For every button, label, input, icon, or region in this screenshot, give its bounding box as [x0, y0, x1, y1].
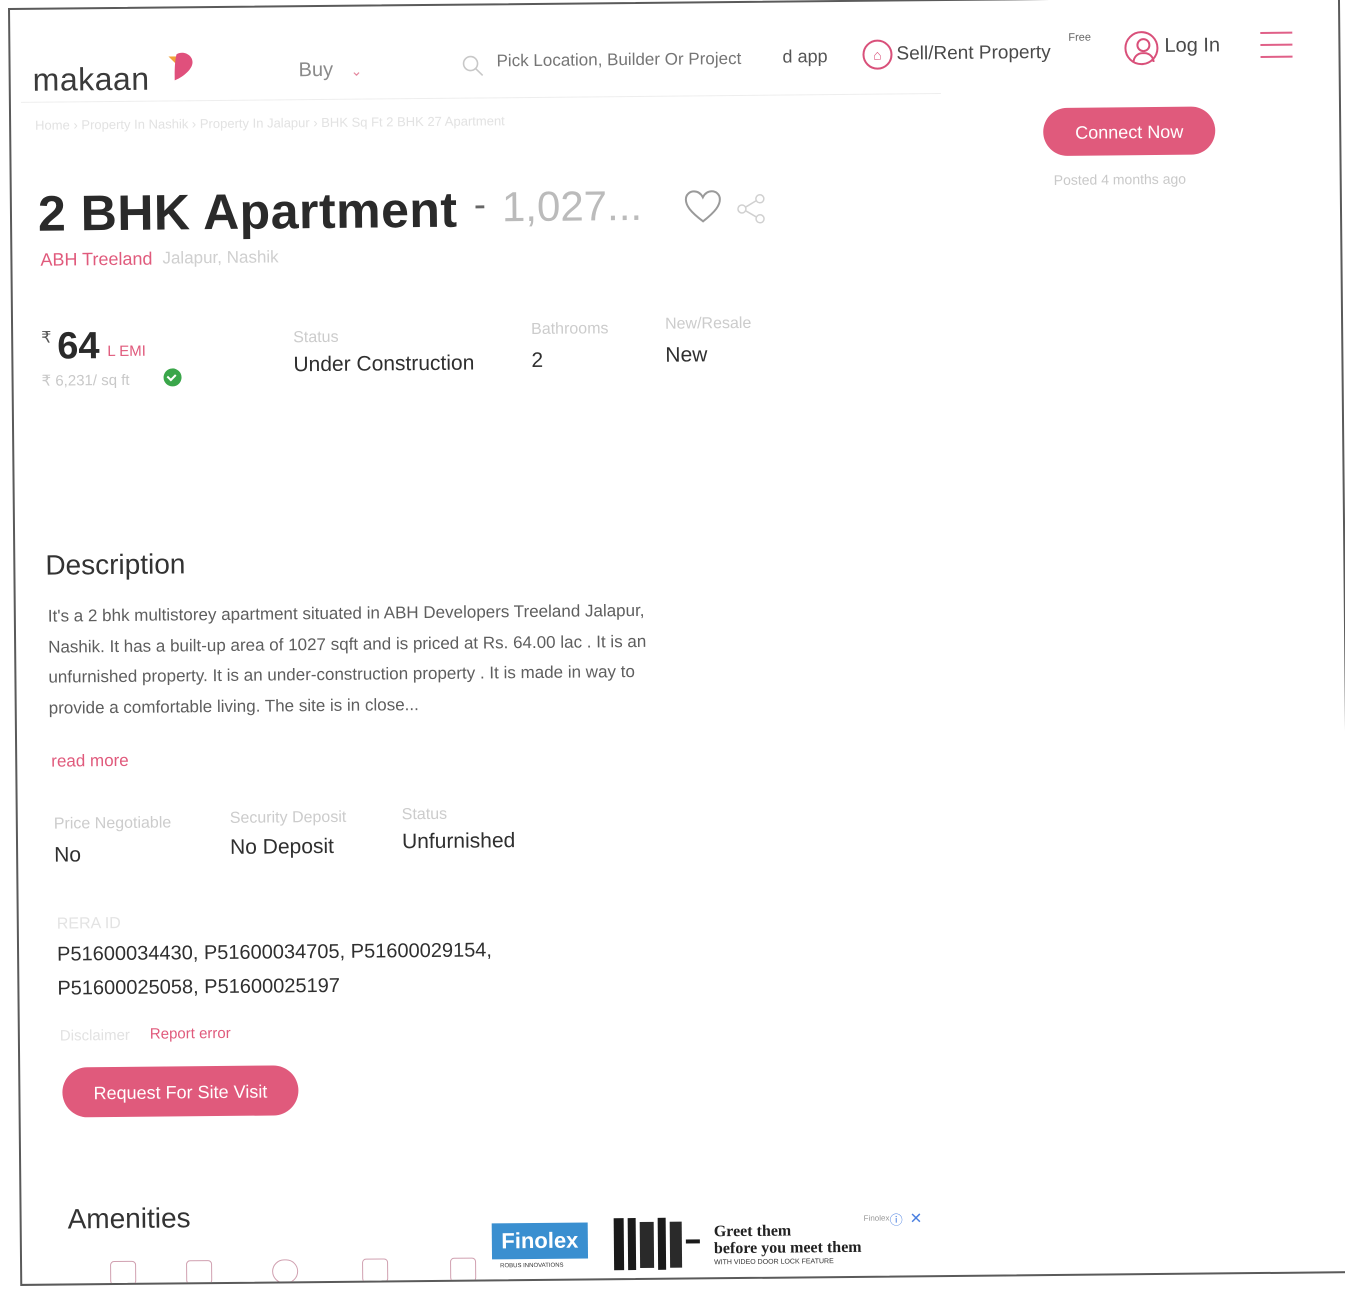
posted-time: Posted 4 months ago [1053, 170, 1187, 188]
amenities-heading: Amenities [67, 1202, 191, 1235]
stat-value: 2 [531, 348, 544, 372]
amenity-icon [450, 1257, 477, 1282]
close-icon[interactable]: ✕ [910, 1209, 923, 1227]
title-area: 1,027... [501, 181, 643, 231]
ad-brand-logo[interactable]: Finolex [491, 1222, 589, 1260]
amenity-icon [186, 1260, 213, 1285]
detail-label: Price Negotiable [53, 814, 172, 833]
stat-label: Bathrooms [531, 320, 609, 338]
amenity-icon [272, 1259, 299, 1284]
check-badge-icon [163, 368, 182, 387]
login-link[interactable]: Log In [1164, 34, 1220, 58]
home-sell-icon[interactable]: ⌂ [862, 39, 893, 70]
free-badge: Free [1068, 31, 1092, 44]
amenity-icon [110, 1260, 137, 1286]
title-separator: - [473, 183, 487, 225]
ad-headline-line-1: Greet them [713, 1222, 792, 1241]
rera-value: P51600034430, P51600034705, P51600029154… [56, 939, 493, 1000]
report-error-link[interactable]: Report error [150, 1025, 231, 1043]
detail-label: Security Deposit [229, 808, 347, 827]
ad-brand-tag: ROBUS INNOVATIONS [500, 1262, 564, 1270]
browser-page: makaan Buy ⌄ d app ⌂ Sell/Rent Property … [8, 0, 1345, 1286]
detail-label: Status [401, 805, 448, 824]
heart-logo-icon [168, 52, 193, 81]
page-title: 2 BHK Apartment [37, 181, 458, 242]
sell-rent-link[interactable]: Sell/Rent Property [896, 42, 1050, 65]
chevron-down-icon[interactable]: ⌄ [351, 63, 363, 80]
amenity-icon [362, 1258, 389, 1283]
detail-value: No Deposit [229, 834, 335, 859]
stat-label: Status [293, 328, 339, 347]
ad-sponsor: Finolex [863, 1213, 890, 1223]
disclaimer-link[interactable]: Disclaimer [60, 1027, 130, 1045]
share-icon[interactable] [736, 193, 768, 225]
rera-label: RERA ID [56, 914, 121, 933]
rate-per-sqft: ₹ 6,231/ sq ft [41, 371, 130, 390]
download-app-link[interactable]: d app [782, 46, 827, 67]
description-text: It's a 2 bhk multistorey apartment situa… [47, 600, 647, 718]
advertisement-banner[interactable]: Finolex ROBUS INNOVATIONS Greet them bef… [491, 1209, 943, 1277]
ad-subline: WITH VIDEO DOOR LOCK FEATURE [714, 1258, 834, 1267]
buy-dropdown[interactable]: Buy [299, 59, 334, 82]
request-site-visit-button[interactable]: Request For Site Visit [62, 1065, 299, 1118]
ad-headline: Greet them before you meet them [713, 1222, 862, 1258]
stat-value: Under Construction [293, 351, 475, 377]
stat-label: New/Resale [664, 314, 752, 333]
price-value: 64 [57, 325, 100, 368]
stat-value: New [665, 343, 708, 367]
connect-now-button[interactable]: Connect Now [1043, 106, 1216, 157]
detail-value: Unfurnished [401, 829, 516, 854]
detail-value: No [54, 843, 82, 867]
read-more-link[interactable]: read more [51, 751, 129, 772]
door-lock-image [613, 1217, 700, 1271]
search-input[interactable] [494, 47, 789, 73]
ad-headline-line-2: before you meet them [713, 1238, 862, 1258]
breadcrumb[interactable]: Home › Property In Nashik › Property In … [35, 113, 505, 133]
locality-text[interactable]: Jalapur, Nashik [162, 247, 278, 268]
heart-icon[interactable] [684, 189, 722, 225]
hamburger-menu-icon[interactable] [1260, 31, 1293, 58]
site-logo[interactable]: makaan [33, 61, 150, 99]
search-icon[interactable] [460, 53, 484, 77]
description-heading: Description [45, 548, 186, 581]
info-icon[interactable]: ⓘ [890, 1209, 903, 1228]
user-icon[interactable] [1124, 30, 1159, 66]
header-divider [20, 93, 941, 103]
currency-symbol: ₹ [41, 329, 52, 347]
price-unit-emi[interactable]: L EMI [107, 343, 146, 360]
project-link[interactable]: ABH Treeland [40, 249, 152, 271]
